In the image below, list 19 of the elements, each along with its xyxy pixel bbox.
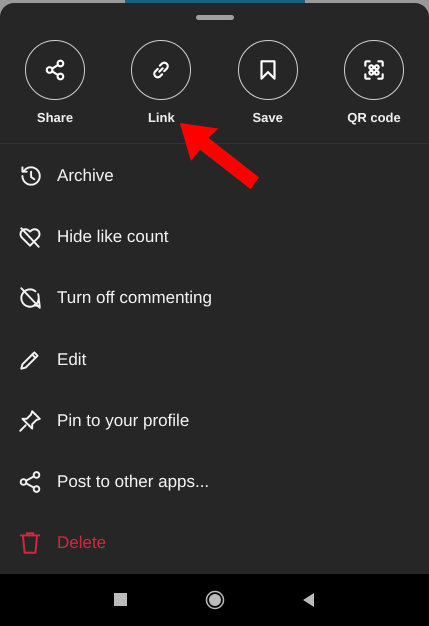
menu-item[interactable]: Archive	[0, 145, 429, 206]
trash-icon	[17, 530, 43, 556]
menu-item[interactable]: Pin to your profile	[0, 390, 429, 452]
share-button[interactable]	[25, 40, 85, 100]
menu-item[interactable]: Hide like count	[0, 206, 429, 268]
share-icon	[17, 469, 43, 496]
save-button[interactable]	[238, 40, 298, 100]
link-button[interactable]	[131, 40, 192, 100]
action-label: QR code	[347, 110, 401, 125]
menu-item[interactable]: Edit	[0, 328, 429, 390]
menu-item[interactable]: Turn off commenting	[0, 268, 429, 329]
action-label: Save	[252, 110, 283, 125]
menu-item[interactable]: Post to other apps...	[0, 451, 429, 513]
drag-handle[interactable]	[196, 15, 234, 20]
action-label: Link	[148, 110, 175, 125]
pin-icon	[17, 408, 43, 434]
qr-code-button[interactable]	[344, 40, 404, 100]
home-icon[interactable]	[204, 590, 224, 610]
action-label: Share	[36, 110, 74, 125]
